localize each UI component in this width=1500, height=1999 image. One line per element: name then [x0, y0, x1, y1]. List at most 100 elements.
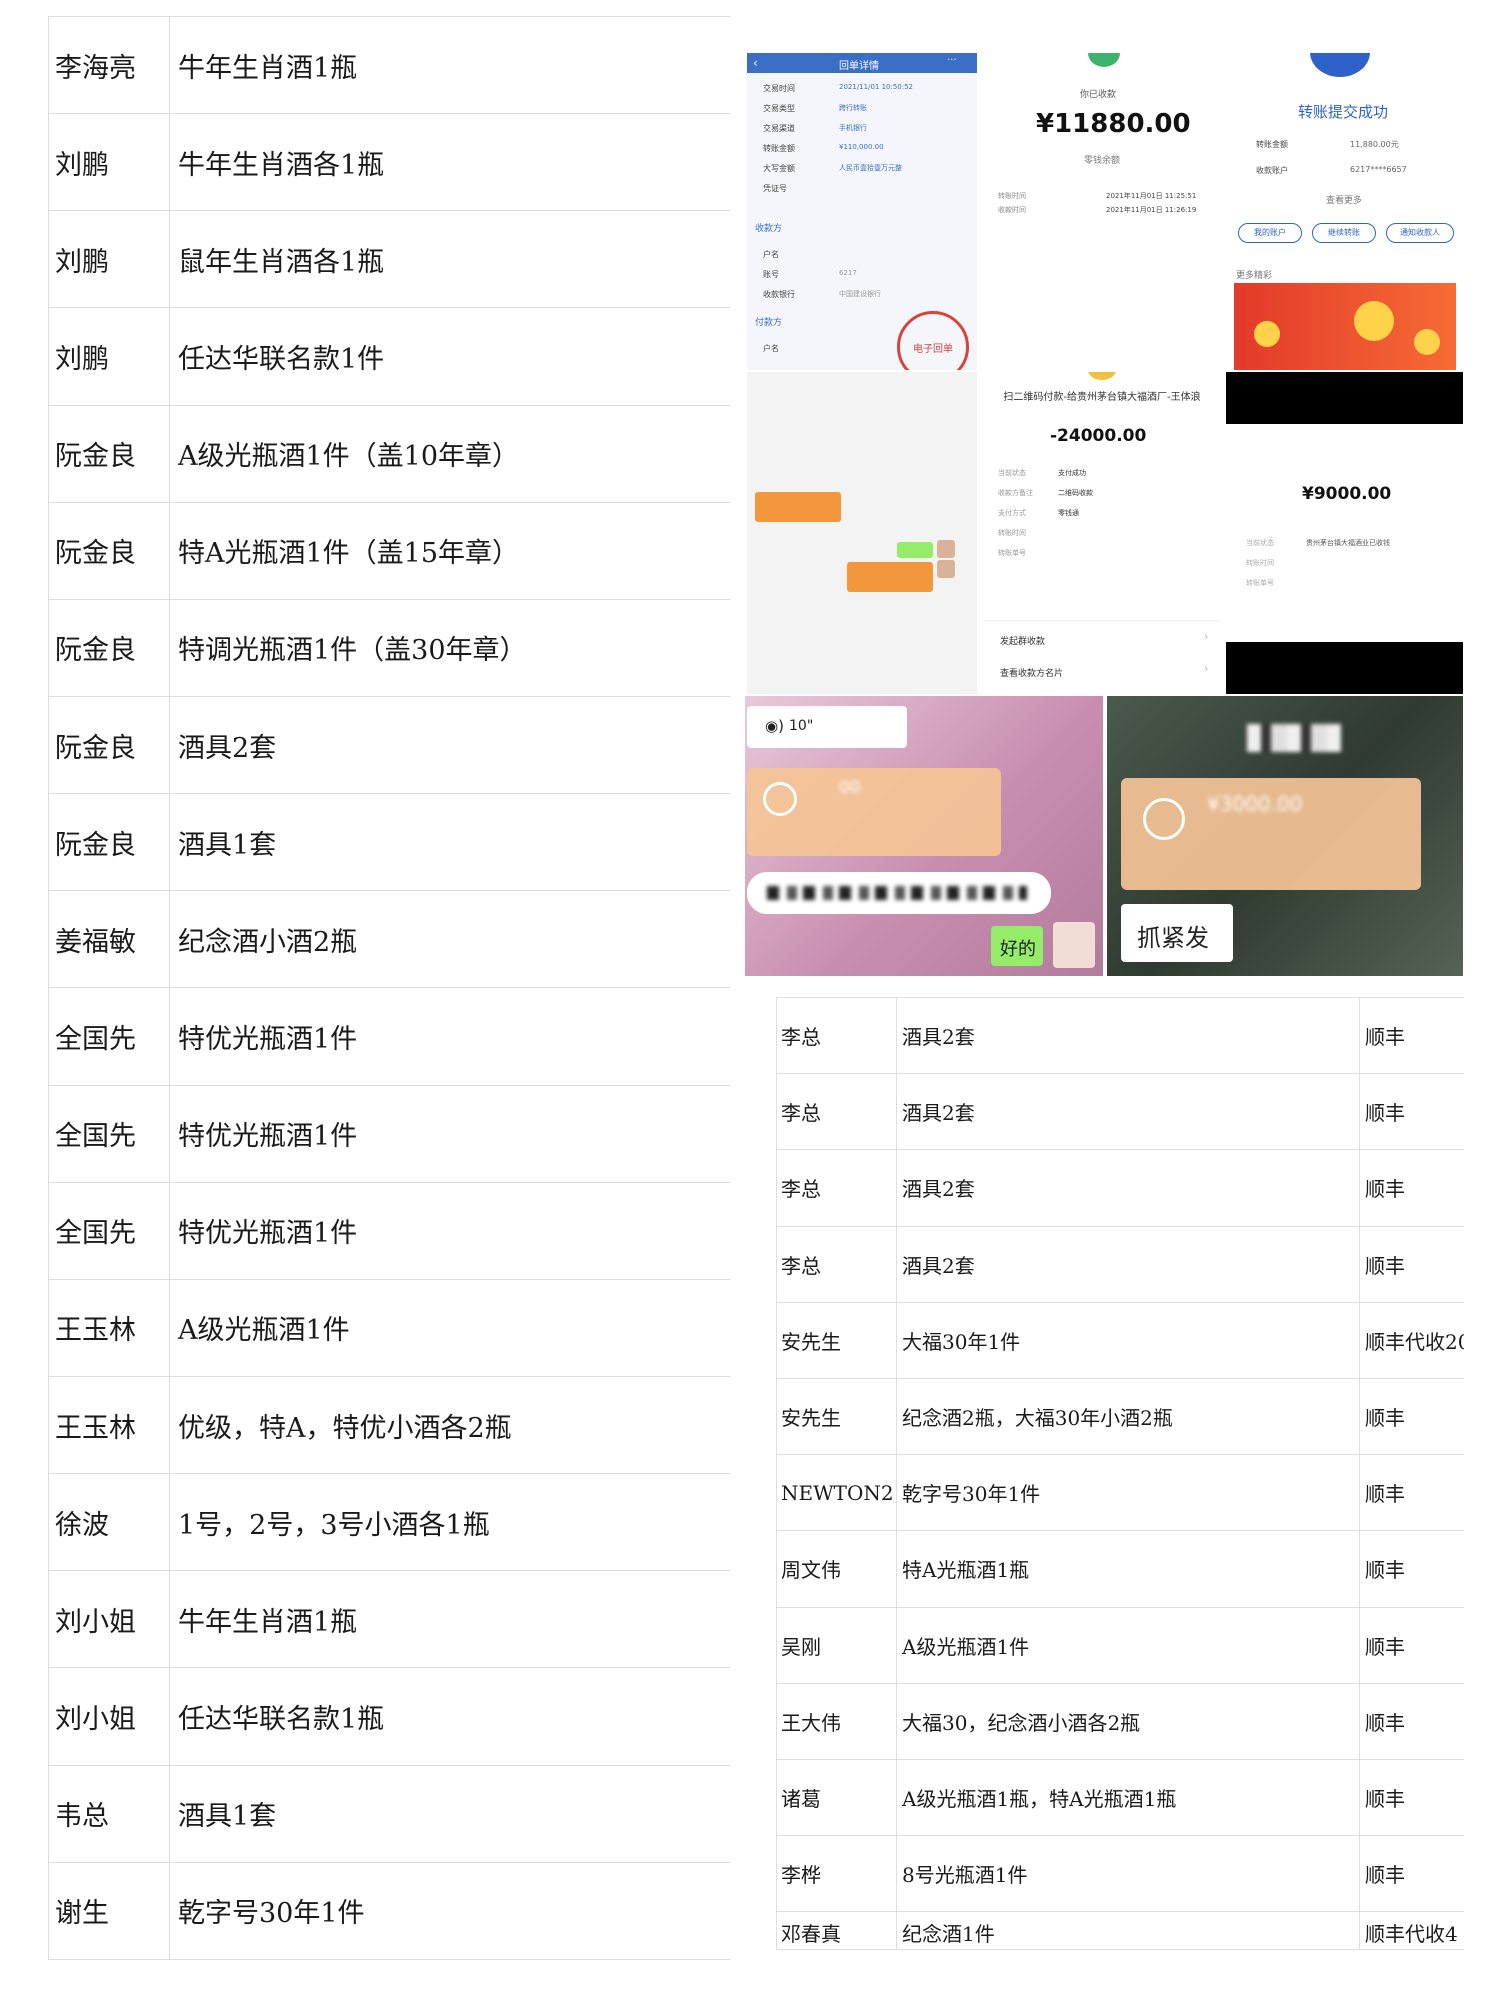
- transfer-more-link[interactable]: 查看更多: [1326, 193, 1362, 206]
- transfer-card[interactable]: ¥3000.00: [1121, 778, 1421, 890]
- field-label: 转账金额: [763, 144, 795, 153]
- shipping-cell: 顺丰: [1359, 1835, 1464, 1913]
- field-label: 收款账户: [1256, 166, 1288, 175]
- customer-name-cell: 诸葛: [776, 1759, 897, 1837]
- my-account-button[interactable]: 我的账户: [1238, 223, 1302, 243]
- field-label: 当前状态: [998, 469, 1026, 477]
- payer-section-label: 付款方: [755, 318, 783, 328]
- order-item-cell: 乾字号30年1件: [169, 1862, 730, 1961]
- chat-bubble: [897, 542, 933, 558]
- field-value: 2021年11月01日 11:25:51: [1106, 192, 1197, 200]
- table-row: 阮金良 A级光瓶酒1件（盖10年章）: [48, 405, 730, 503]
- avatar: [937, 540, 955, 558]
- payment-9000-amount: ¥9000.00: [1302, 484, 1392, 504]
- order-item-cell: 纪念酒2瓶，大福30年小酒2瓶: [896, 1378, 1360, 1456]
- receipt-header-bar: ‹ 回单详情 ···: [747, 53, 977, 73]
- customer-name-cell: 阮金良: [48, 793, 170, 892]
- order-item-cell: 特优光瓶酒1件: [169, 987, 730, 1086]
- order-item-cell: 大福30，纪念酒小酒各2瓶: [896, 1683, 1360, 1760]
- field-label: 转账时间: [1246, 559, 1274, 567]
- success-check-icon: [1088, 53, 1120, 67]
- field-label: 交易类型: [763, 104, 795, 113]
- order-item-cell: A级光瓶酒1件: [896, 1607, 1360, 1684]
- order-item-cell: A级光瓶酒1瓶，特A光瓶酒1瓶: [896, 1759, 1360, 1837]
- table-row: 阮金良 酒具2套: [48, 696, 730, 795]
- customer-name-cell: 阮金良: [48, 696, 170, 795]
- qr-payment-screenshot: 扫二维码付款-给贵州茅台镇大福酒厂-王体浪 -24000.00 当前状态 支付成功…: [984, 372, 1220, 694]
- field-value: 中国建设银行: [839, 290, 881, 298]
- continue-transfer-button[interactable]: 继续转账: [1312, 223, 1376, 243]
- group-collect-link[interactable]: 发起群收款: [1000, 634, 1045, 647]
- field-label: 交易渠道: [763, 124, 795, 133]
- order-item-cell: 8号光瓶酒1件: [896, 1835, 1360, 1913]
- shipping-cell: 顺丰: [1359, 1226, 1464, 1303]
- customer-name-cell: 李总: [776, 1149, 897, 1227]
- table-row: 李总 酒具2套 顺丰: [776, 997, 1464, 1075]
- field-label: 当前状态: [1246, 539, 1274, 547]
- field-value: 二维码收款: [1058, 489, 1093, 497]
- redaction-bar: [1226, 372, 1463, 424]
- shipping-cell: 顺丰: [1359, 1149, 1464, 1227]
- field-label: 账号: [763, 270, 779, 279]
- order-item-cell: 酒具1套: [169, 793, 730, 892]
- customer-name-cell: 韦总: [48, 1765, 170, 1863]
- order-item-cell: 纪念酒1件: [896, 1911, 1360, 1950]
- customer-name-cell: 姜福敏: [48, 890, 170, 989]
- avatar: [1053, 922, 1095, 968]
- qr-payment-amount: -24000.00: [1050, 426, 1147, 446]
- reply-bubble: 好的: [991, 926, 1043, 966]
- customer-name-cell: 安先生: [776, 1378, 897, 1456]
- transfer-bubble: [847, 562, 933, 592]
- customer-name-cell: NEWTON2185: [776, 1454, 897, 1532]
- electronic-stamp: 电子回单: [897, 311, 969, 370]
- check-circle-icon: [763, 782, 797, 816]
- customer-name-cell: 刘鹏: [48, 210, 170, 309]
- field-value: 2021/11/01 10:50:52: [839, 83, 914, 91]
- order-table-right: 李总 酒具2套 顺丰 李总 酒具2套 顺丰 李总 酒具2套 顺丰 李总 酒具2套 顺丰 安先生 大福30年…: [776, 997, 1464, 1950]
- field-value: 11,880.00元: [1350, 140, 1399, 149]
- order-item-cell: 优级，特A，特优小酒各2瓶: [169, 1376, 730, 1475]
- shipping-cell: 顺丰: [1359, 997, 1464, 1075]
- video-call-left: ◉) 10" 00 好的: [745, 696, 1103, 976]
- table-row: 全国先 特优光瓶酒1件: [48, 1182, 730, 1280]
- payee-card-link[interactable]: 查看收款方名片: [1000, 666, 1063, 679]
- chevron-right-icon: ›: [1204, 630, 1209, 643]
- order-item-cell: 特优光瓶酒1件: [169, 1085, 730, 1183]
- field-label: 转账金额: [1256, 140, 1288, 149]
- table-row: 阮金良 特调光瓶酒1件（盖30年章）: [48, 599, 730, 697]
- received-money-screenshot: 你已收款 ¥11880.00 零钱余额 转账时间 2021年11月01日 11:2…: [984, 53, 1220, 370]
- shipping-cell: 顺丰: [1359, 1073, 1464, 1151]
- table-row: 刘鹏 鼠年生肖酒各1瓶: [48, 210, 730, 309]
- voice-message[interactable]: ◉) 10": [747, 706, 907, 748]
- table-row: 刘小姐 牛年生肖酒1瓶: [48, 1570, 730, 1669]
- transfer-success-screenshot: 转账提交成功 转账金额 11,880.00元 收款账户 6217****6657 查看…: [1226, 53, 1463, 370]
- customer-name-cell: 刘鹏: [48, 307, 170, 406]
- order-item-cell: 酒具2套: [896, 1226, 1360, 1303]
- customer-name-cell: 邓春真: [776, 1911, 897, 1950]
- field-label: 户名: [763, 250, 779, 259]
- order-item-cell: 鼠年生肖酒各1瓶: [169, 210, 730, 309]
- shipping-cell: 顺丰代收4: [1359, 1911, 1464, 1950]
- customer-name-cell: 刘小姐: [48, 1570, 170, 1669]
- table-row: 全国先 特优光瓶酒1件: [48, 1085, 730, 1183]
- table-row: 邓春真 纪念酒1件 顺丰代收4: [776, 1911, 1464, 1950]
- transfer-card[interactable]: 00: [747, 768, 1001, 856]
- field-value: 人民币壹拾壹万元整: [839, 164, 902, 172]
- order-item-cell: 牛年生肖酒各1瓶: [169, 113, 730, 212]
- customer-name-cell: 阮金良: [48, 405, 170, 503]
- notify-payee-button[interactable]: 通知收款人: [1386, 223, 1454, 243]
- field-label: 收款时间: [998, 206, 1026, 214]
- customer-name-cell: 李桦: [776, 1835, 897, 1913]
- received-amount: ¥11880.00: [1036, 109, 1191, 139]
- table-row: NEWTON2185乾字号30年1件顺丰: [776, 1454, 1464, 1532]
- promo-banner[interactable]: [1234, 283, 1456, 370]
- customer-name-cell: 刘小姐: [48, 1667, 170, 1766]
- order-item-cell: 酒具2套: [896, 1149, 1360, 1227]
- customer-name-cell: 李海亮: [48, 16, 170, 115]
- blurred-name: [1247, 724, 1343, 752]
- customer-name-cell: 阮金良: [48, 502, 170, 600]
- customer-name-cell: 王玉林: [48, 1376, 170, 1475]
- table-row: 全国先 特优光瓶酒1件: [48, 987, 730, 1086]
- order-item-cell: 大福30年1件: [896, 1302, 1360, 1379]
- order-item-cell: 酒具1套: [169, 1765, 730, 1863]
